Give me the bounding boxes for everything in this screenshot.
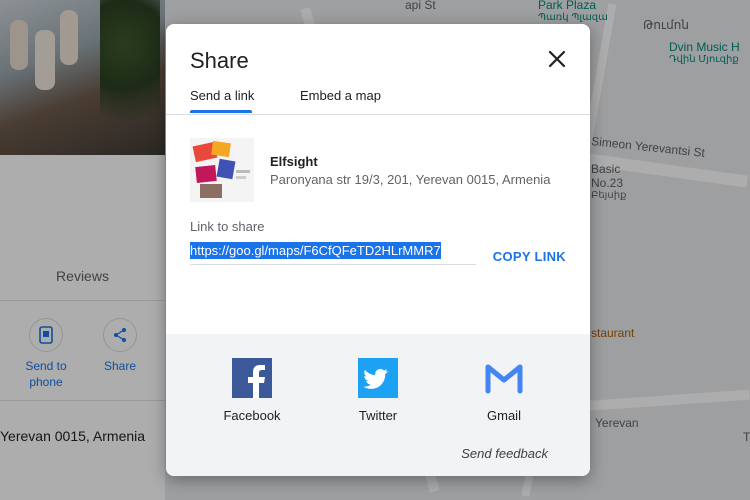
gmail-icon — [484, 358, 524, 398]
facebook-label: Facebook — [223, 408, 281, 423]
share-dialog: Share Send a link Embed a map Elfsight P… — [166, 24, 590, 476]
place-name: Elfsight — [270, 154, 318, 169]
tab-send-a-link[interactable]: Send a link — [190, 88, 254, 103]
twitter-icon — [358, 358, 398, 398]
place-thumbnail — [190, 138, 254, 202]
twitter-label: Twitter — [358, 408, 398, 423]
tab-embed-a-map[interactable]: Embed a map — [300, 88, 381, 103]
share-targets: Facebook Twitter Gmail Send feedback — [166, 334, 590, 476]
facebook-icon — [232, 358, 272, 398]
close-icon[interactable] — [548, 50, 566, 68]
link-label: Link to share — [190, 219, 265, 234]
link-value[interactable]: https://goo.gl/maps/F6CfQFeTD2HLrMMR7 — [190, 242, 441, 259]
gmail-label: Gmail — [487, 408, 521, 423]
place-address-line: Paronyana str 19/3, 201, Yerevan 0015, A… — [270, 172, 551, 187]
link-input[interactable]: https://goo.gl/maps/F6CfQFeTD2HLrMMR7 — [190, 242, 476, 265]
copy-link-button[interactable]: COPY LINK — [493, 249, 566, 264]
send-feedback-link[interactable]: Send feedback — [461, 446, 548, 461]
share-tabs: Send a link Embed a map — [166, 86, 590, 115]
share-twitter-button[interactable]: Twitter — [333, 358, 423, 423]
place-card: Elfsight Paronyana str 19/3, 201, Yereva… — [190, 138, 570, 202]
active-tab-indicator — [190, 110, 252, 113]
share-gmail-button[interactable]: Gmail — [459, 358, 549, 423]
share-facebook-button[interactable]: Facebook — [207, 358, 297, 423]
dialog-title: Share — [190, 48, 249, 73]
